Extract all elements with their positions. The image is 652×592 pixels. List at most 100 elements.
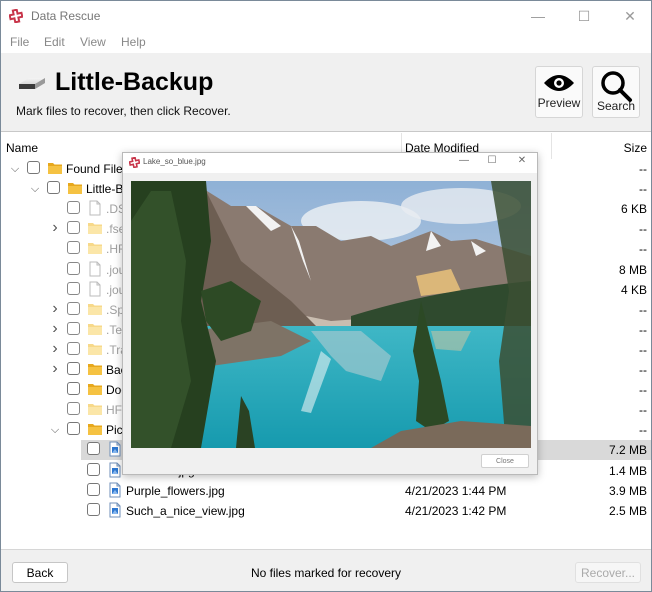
mark-checkbox[interactable]: [67, 301, 80, 315]
folder-icon: [67, 180, 83, 196]
status-text: No files marked for recovery: [250, 566, 402, 580]
mark-checkbox[interactable]: [87, 462, 100, 476]
app-window: Data Rescue — ☐ ✕ File Edit View Help Li…: [0, 0, 652, 592]
file-name: Such_a_nice_view.jpg: [126, 503, 245, 518]
chevron-right-icon[interactable]: ›: [49, 320, 61, 337]
maximize-button[interactable]: ☐: [561, 1, 607, 31]
mark-checkbox[interactable]: [27, 161, 40, 174]
drive-name: Little-Backup: [55, 68, 214, 96]
file-size: --: [639, 342, 647, 357]
header: Little-Backup Mark files to recover, the…: [1, 53, 651, 132]
file-size: 8 MB: [618, 262, 647, 277]
file-size: --: [639, 363, 647, 377]
chevron-right-icon[interactable]: ›: [49, 220, 61, 236]
minimize-button[interactable]: —: [515, 1, 561, 31]
image-file-icon: [107, 502, 123, 518]
mark-checkbox[interactable]: [67, 382, 80, 396]
file-size: 4 KB: [620, 282, 647, 297]
instructions-text: Mark files to recover, then click Recove…: [16, 104, 231, 118]
file-date: 4/21/2023 1:44 PM: [405, 483, 507, 498]
image-file-icon: [107, 462, 123, 478]
close-button[interactable]: ✕: [607, 1, 652, 31]
list-item[interactable]: Purple_flowers.jpg 4/21/2023 1:44 PM 3.9 M…: [1, 481, 651, 501]
folder-icon: [87, 381, 103, 397]
mark-checkbox[interactable]: [67, 201, 80, 215]
file-size: --: [639, 182, 647, 197]
menu-bar: File Edit View Help: [1, 31, 651, 53]
file-size: --: [639, 162, 647, 176]
folder-icon: [87, 240, 103, 256]
file-size: --: [639, 423, 647, 438]
mark-checkbox[interactable]: [87, 442, 100, 456]
dialog-close-icon[interactable]: ✕: [512, 155, 532, 171]
file-icon: [87, 281, 103, 297]
file-size: 6 KB: [620, 202, 647, 217]
app-title: Data Rescue: [31, 9, 101, 23]
chevron-down-icon[interactable]: ⌵: [29, 182, 41, 196]
column-header-name[interactable]: Name: [6, 133, 38, 159]
folder-icon: [87, 341, 103, 357]
chevron-right-icon[interactable]: ›: [49, 361, 61, 377]
folder-icon: [87, 401, 103, 417]
mark-checkbox[interactable]: [67, 321, 80, 335]
drive-icon: [19, 78, 45, 89]
file-size: --: [639, 403, 647, 418]
menu-file[interactable]: File: [10, 35, 29, 49]
preview-image: [131, 181, 531, 448]
file-size: --: [639, 242, 647, 257]
folder-icon: [87, 361, 103, 377]
chevron-right-icon[interactable]: ›: [49, 300, 61, 317]
mark-checkbox[interactable]: [67, 241, 80, 255]
footer: Back No files marked for recovery Recove…: [1, 549, 651, 591]
search-button[interactable]: Search: [592, 66, 640, 118]
mark-checkbox[interactable]: [67, 281, 80, 295]
preview-button[interactable]: Preview: [535, 66, 583, 118]
recover-button[interactable]: Recover...: [575, 562, 641, 583]
mark-checkbox[interactable]: [67, 362, 80, 375]
file-icon: [87, 200, 103, 216]
chevron-right-icon[interactable]: ›: [49, 340, 61, 357]
mark-checkbox[interactable]: [87, 502, 100, 516]
mark-checkbox[interactable]: [67, 402, 80, 416]
file-size: --: [639, 302, 647, 317]
mark-checkbox[interactable]: [87, 482, 100, 496]
mark-checkbox[interactable]: [67, 221, 80, 235]
dialog-title-bar: Lake_so_blue.jpg — ☐ ✕: [123, 153, 537, 173]
folder-icon: [87, 301, 103, 317]
chevron-down-icon[interactable]: ⌵: [9, 162, 21, 176]
image-file-icon: [107, 482, 123, 498]
file-size: 1.4 MB: [608, 463, 647, 478]
file-size: --: [639, 222, 647, 237]
folder-icon: [87, 220, 103, 236]
title-bar: Data Rescue — ☐ ✕: [1, 1, 651, 31]
column-header-size[interactable]: Size: [551, 133, 647, 159]
file-size: 2.5 MB: [608, 503, 647, 518]
menu-edit[interactable]: Edit: [44, 35, 65, 49]
list-item[interactable]: Such_a_nice_view.jpg 4/21/2023 1:42 PM 2.5…: [1, 501, 651, 521]
preview-label: Preview: [537, 96, 581, 110]
file-date: 4/21/2023 1:42 PM: [405, 503, 507, 518]
mark-checkbox[interactable]: [67, 341, 80, 355]
dialog-title: Lake_so_blue.jpg: [143, 157, 206, 166]
dialog-minimize-button[interactable]: —: [454, 155, 474, 171]
folder-icon: [87, 321, 103, 337]
mark-checkbox[interactable]: [67, 422, 80, 436]
folder-icon: [47, 160, 63, 176]
file-size: 7.2 MB: [608, 443, 647, 458]
menu-help[interactable]: Help: [121, 35, 146, 49]
dialog-close-button[interactable]: Close: [481, 454, 529, 468]
dialog-maximize-button[interactable]: ☐: [482, 155, 502, 171]
mark-checkbox[interactable]: [67, 261, 80, 275]
file-name: Purple_flowers.jpg: [126, 483, 225, 498]
app-logo-icon: [129, 157, 140, 168]
eye-icon: [544, 75, 574, 91]
menu-view[interactable]: View: [80, 35, 106, 49]
chevron-down-icon[interactable]: ⌵: [49, 423, 61, 437]
folder-icon: [87, 421, 103, 437]
preview-dialog: Lake_so_blue.jpg — ☐ ✕ Close: [122, 152, 538, 475]
file-size: 3.9 MB: [608, 483, 647, 498]
search-label: Search: [596, 99, 636, 113]
file-icon: [87, 261, 103, 277]
mark-checkbox[interactable]: [47, 181, 60, 195]
file-size: --: [639, 322, 647, 337]
